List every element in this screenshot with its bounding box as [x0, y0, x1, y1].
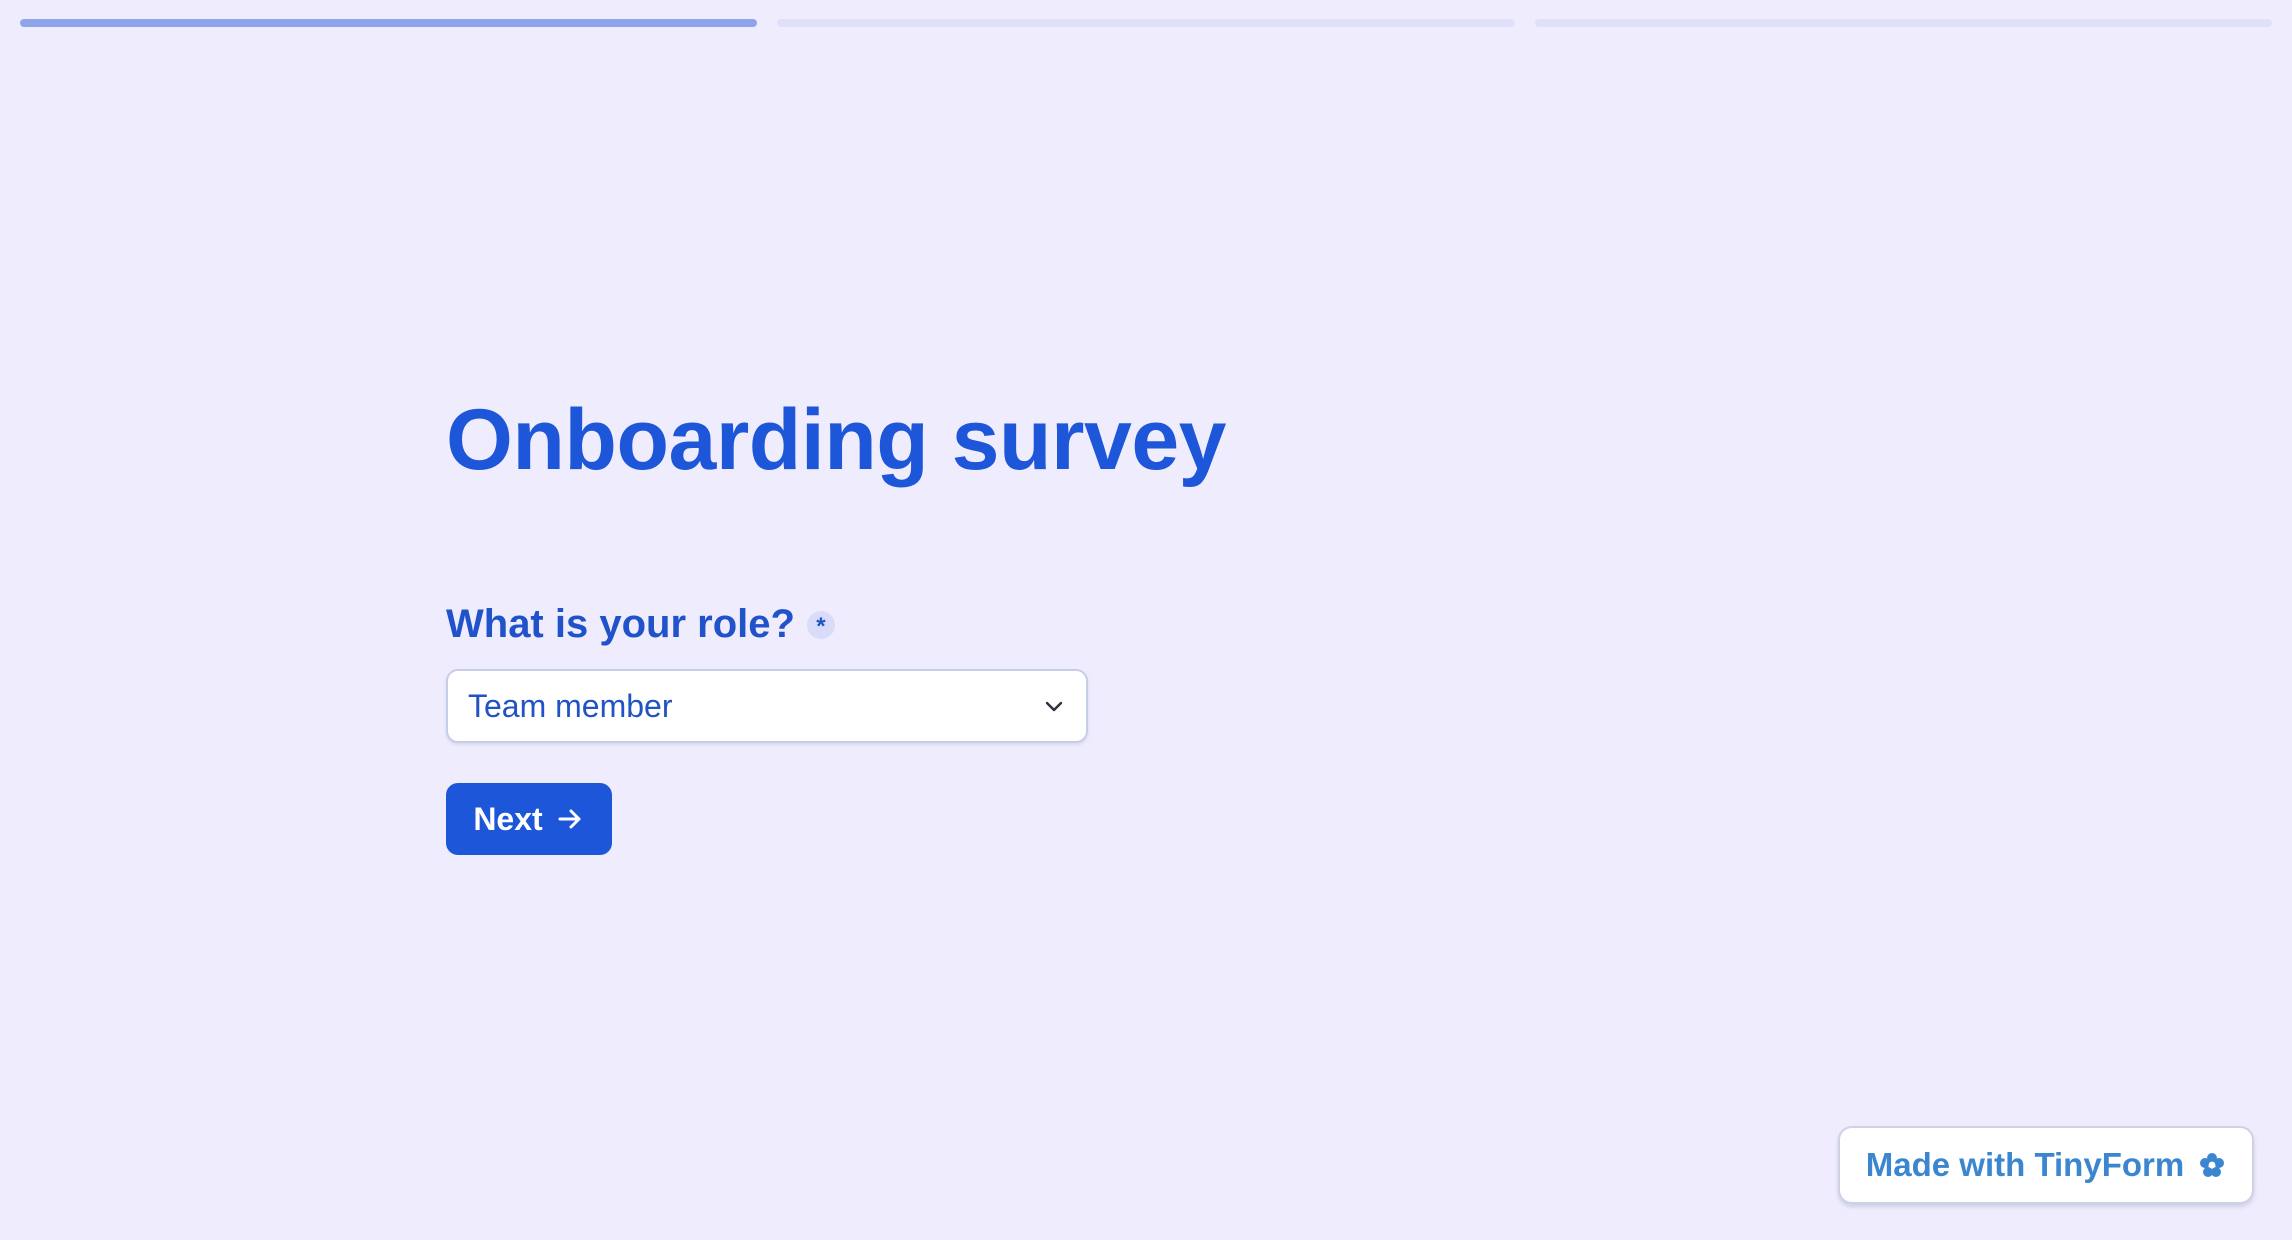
progress-step-2	[777, 19, 1515, 27]
made-with-tinyform-badge[interactable]: Made with TinyForm	[1838, 1126, 2254, 1204]
flower-icon	[2198, 1151, 2226, 1179]
arrow-right-icon	[555, 804, 585, 834]
role-select[interactable]: Team member	[446, 669, 1088, 743]
progress-step-3	[1534, 19, 2272, 27]
chevron-down-icon	[1042, 694, 1066, 718]
page-title: Onboarding survey	[446, 392, 1227, 488]
form-content: Onboarding survey What is your role? * T…	[446, 390, 1227, 855]
progress-step-1	[20, 19, 758, 27]
required-marker: *	[806, 610, 835, 639]
question-header: What is your role? *	[446, 602, 1226, 647]
question-label: What is your role?	[446, 602, 795, 646]
badge-label: Made with TinyForm	[1865, 1146, 2185, 1183]
role-select-value: Team member	[468, 687, 673, 724]
next-button[interactable]: Next	[446, 783, 612, 855]
next-button-label: Next	[473, 800, 543, 837]
progress-bar	[20, 19, 2272, 27]
